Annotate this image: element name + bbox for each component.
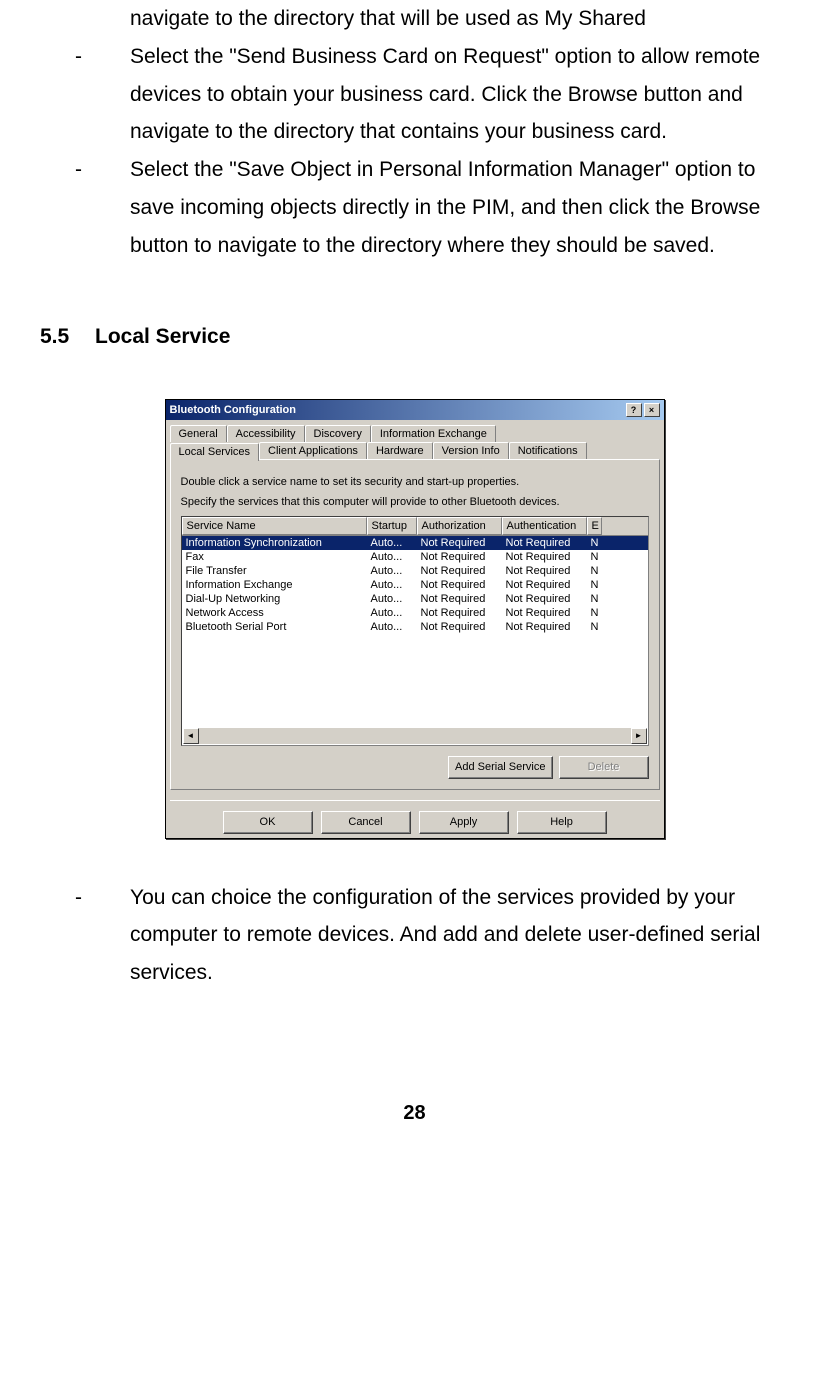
cell: Auto... bbox=[367, 620, 417, 634]
cell: Dial-Up Networking bbox=[182, 592, 367, 606]
cell: N bbox=[587, 550, 602, 564]
tab-client-applications[interactable]: Client Applications bbox=[259, 442, 367, 460]
bullet-item: -Select the "Send Business Card on Reque… bbox=[75, 38, 789, 151]
cell: Auto... bbox=[367, 592, 417, 606]
cell: Not Required bbox=[502, 550, 587, 564]
cell: Not Required bbox=[502, 620, 587, 634]
cell: N bbox=[587, 620, 602, 634]
table-row[interactable]: Bluetooth Serial PortAuto...Not Required… bbox=[182, 620, 648, 634]
col-service-name[interactable]: Service Name bbox=[182, 517, 367, 535]
close-icon[interactable]: × bbox=[644, 403, 660, 417]
cell: Network Access bbox=[182, 606, 367, 620]
panel-instruction-1: Double click a service name to set its s… bbox=[181, 476, 649, 488]
table-row[interactable]: File TransferAuto...Not RequiredNot Requ… bbox=[182, 564, 648, 578]
tab-information-exchange[interactable]: Information Exchange bbox=[371, 425, 496, 442]
cell: Not Required bbox=[502, 592, 587, 606]
col-authorization[interactable]: Authorization bbox=[417, 517, 502, 535]
section-heading: 5.5 Local Service bbox=[40, 325, 789, 349]
continued-text: navigate to the directory that will be u… bbox=[130, 0, 789, 38]
tab-accessibility[interactable]: Accessibility bbox=[227, 425, 305, 442]
help-button[interactable]: Help bbox=[517, 811, 607, 834]
table-row[interactable]: Network AccessAuto...Not RequiredNot Req… bbox=[182, 606, 648, 620]
cell: Not Required bbox=[502, 578, 587, 592]
cell: Not Required bbox=[502, 564, 587, 578]
cell: Bluetooth Serial Port bbox=[182, 620, 367, 634]
cell: Not Required bbox=[502, 536, 587, 550]
tab-general[interactable]: General bbox=[170, 425, 227, 442]
cell: Auto... bbox=[367, 564, 417, 578]
bullet-dash: - bbox=[75, 38, 130, 151]
bullet-dash: - bbox=[75, 879, 130, 992]
tab-notifications[interactable]: Notifications bbox=[509, 442, 587, 460]
ok-button[interactable]: OK bbox=[223, 811, 313, 834]
tab-discovery[interactable]: Discovery bbox=[305, 425, 371, 442]
cell: N bbox=[587, 564, 602, 578]
table-row[interactable]: Information SynchronizationAuto...Not Re… bbox=[182, 536, 648, 550]
cell: Not Required bbox=[417, 564, 502, 578]
col-e[interactable]: E bbox=[587, 517, 602, 535]
horizontal-scrollbar[interactable]: ◄ ► bbox=[183, 728, 647, 744]
delete-button[interactable]: Delete bbox=[559, 756, 649, 779]
page-number: 28 bbox=[40, 1102, 789, 1125]
section-number: 5.5 bbox=[40, 325, 95, 349]
services-listview[interactable]: Service Name Startup Authorization Authe… bbox=[181, 516, 649, 746]
add-serial-service-button[interactable]: Add Serial Service bbox=[448, 756, 553, 779]
listview-header: Service Name Startup Authorization Authe… bbox=[182, 517, 648, 536]
cell: Not Required bbox=[417, 578, 502, 592]
cell: Information Synchronization bbox=[182, 536, 367, 550]
scroll-right-icon[interactable]: ► bbox=[631, 728, 647, 744]
cell: N bbox=[587, 578, 602, 592]
bullet-text: Select the "Send Business Card on Reques… bbox=[130, 38, 789, 151]
cell: File Transfer bbox=[182, 564, 367, 578]
apply-button[interactable]: Apply bbox=[419, 811, 509, 834]
tab-panel: Double click a service name to set its s… bbox=[170, 459, 660, 790]
help-icon[interactable]: ? bbox=[626, 403, 642, 417]
cell: Auto... bbox=[367, 578, 417, 592]
cell: N bbox=[587, 606, 602, 620]
bullet-text: Select the "Save Object in Personal Info… bbox=[130, 151, 789, 264]
panel-instruction-2: Specify the services that this computer … bbox=[181, 496, 649, 508]
table-row[interactable]: Dial-Up NetworkingAuto...Not RequiredNot… bbox=[182, 592, 648, 606]
cell: Not Required bbox=[502, 606, 587, 620]
tab-local-services[interactable]: Local Services bbox=[170, 443, 260, 461]
cell: Information Exchange bbox=[182, 578, 367, 592]
tab-version-info[interactable]: Version Info bbox=[433, 442, 509, 460]
table-row[interactable]: FaxAuto...Not RequiredNot RequiredN bbox=[182, 550, 648, 564]
bullet-dash: - bbox=[75, 151, 130, 264]
cell: Not Required bbox=[417, 536, 502, 550]
bullet-item: -Select the "Save Object in Personal Inf… bbox=[75, 151, 789, 264]
titlebar: Bluetooth Configuration ? × bbox=[166, 400, 664, 420]
tab-hardware[interactable]: Hardware bbox=[367, 442, 433, 460]
col-authentication[interactable]: Authentication bbox=[502, 517, 587, 535]
bullet-item: - You can choice the configuration of th… bbox=[75, 879, 789, 992]
dialog-title: Bluetooth Configuration bbox=[170, 404, 296, 416]
cell: Auto... bbox=[367, 536, 417, 550]
cell: N bbox=[587, 592, 602, 606]
cell: Auto... bbox=[367, 606, 417, 620]
col-startup[interactable]: Startup bbox=[367, 517, 417, 535]
cell: Not Required bbox=[417, 592, 502, 606]
cell: Auto... bbox=[367, 550, 417, 564]
scroll-left-icon[interactable]: ◄ bbox=[183, 728, 199, 744]
table-row[interactable]: Information ExchangeAuto...Not RequiredN… bbox=[182, 578, 648, 592]
bullet-text: You can choice the configuration of the … bbox=[130, 879, 789, 992]
cancel-button[interactable]: Cancel bbox=[321, 811, 411, 834]
bluetooth-config-dialog: Bluetooth Configuration ? × GeneralAcces… bbox=[165, 399, 665, 839]
section-title: Local Service bbox=[95, 325, 230, 349]
cell: Not Required bbox=[417, 550, 502, 564]
cell: Not Required bbox=[417, 606, 502, 620]
cell: Fax bbox=[182, 550, 367, 564]
cell: Not Required bbox=[417, 620, 502, 634]
cell: N bbox=[587, 536, 602, 550]
